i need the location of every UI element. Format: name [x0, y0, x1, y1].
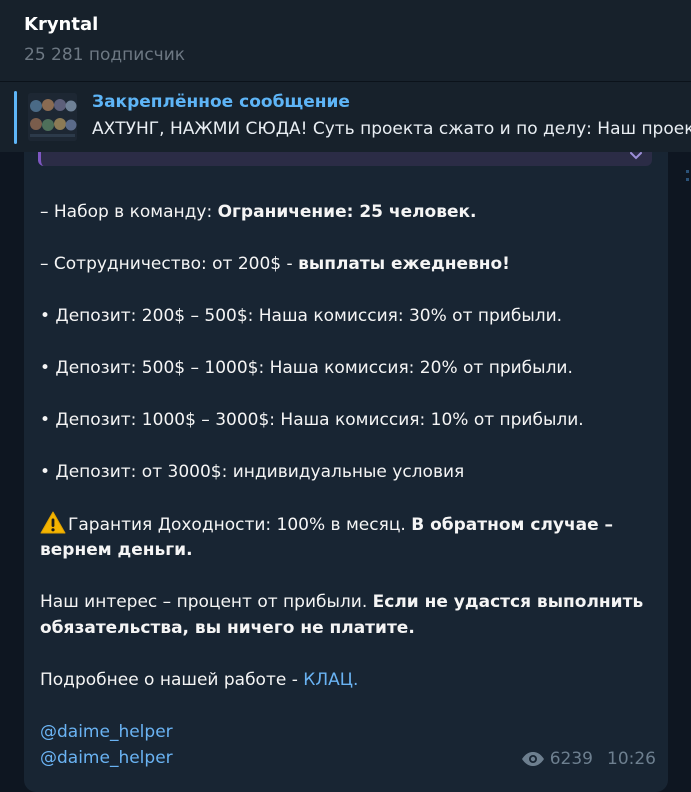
deposit-line-3: • Депозит: 1000$ – 3000$: Наша комиссия:… — [40, 410, 584, 430]
helper-link-2[interactable]: @daime_helper — [40, 748, 173, 768]
helper-mention-1: @daime_helper — [40, 719, 650, 745]
team-recruit-text: – Набор в команду: — [40, 202, 218, 222]
more-info-text: Подробнее о нашей работе - — [40, 670, 304, 690]
pinned-accent-bar — [14, 91, 17, 144]
deposit-line-2: • Депозит: 500$ – 1000$: Наша комиссия: … — [40, 358, 573, 378]
subscriber-count: 25 281 подписчик — [24, 45, 186, 65]
team-recruit-bold: Ограничение: 25 человек. — [217, 202, 477, 222]
message-bubble: – Набор в команду: Ограничение: 25 челов… — [24, 152, 668, 792]
cooperation-line: – Сотрудничество: от 200$ - выплаты ежед… — [40, 251, 650, 277]
interest-bold-1: Если не удастся выполнить — [372, 592, 644, 612]
chat-header[interactable]: Kryntal 25 281 подписчик — [0, 0, 691, 81]
chevron-down-icon[interactable] — [630, 152, 642, 160]
cooperation-text: – Сотрудничество: от 200$ - — [40, 254, 299, 274]
deposit-line-4: • Депозит: от 3000$: индивидуальные усло… — [40, 462, 465, 482]
guarantee-line: Гарантия Доходности: 100% в месяц. В обр… — [40, 511, 650, 538]
deposit-line-1: • Депозит: 200$ – 500$: Наша комиссия: 3… — [40, 306, 563, 326]
more-info-line: Подробнее о нашей работе - КЛАЦ. — [40, 667, 650, 693]
guarantee-bold-2: вернем деньги. — [40, 540, 193, 560]
team-recruit-line: – Набор в команду: Ограничение: 25 челов… — [40, 199, 650, 225]
interest-line: Наш интерес – процент от прибыли. Если н… — [40, 589, 650, 615]
scroll-indicator — [686, 170, 689, 181]
more-info-link[interactable]: КЛАЦ. — [303, 670, 358, 690]
pinned-preview-text: АХТУНГ, НАЖМИ СЮДА! Суть проекта сжато и… — [92, 119, 691, 139]
message-meta: 6239 10:26 — [521, 749, 656, 769]
pinned-thumbnail — [28, 93, 77, 141]
cooperation-bold: выплаты ежедневно! — [298, 254, 510, 274]
helper-link-1[interactable]: @daime_helper — [40, 722, 173, 742]
warning-icon — [40, 511, 66, 534]
channel-name[interactable]: Kryntal — [24, 14, 98, 35]
interest-text: Наш интерес – процент от прибыли. — [40, 592, 373, 612]
interest-line-2: обязательства, вы ничего не платите. — [40, 615, 650, 641]
pinned-title: Закреплённое сообщение — [92, 92, 350, 112]
interest-bold-2: обязательства, вы ничего не платите. — [40, 618, 415, 638]
guarantee-bold-1: В обратном случае – — [411, 515, 614, 535]
quote-block[interactable] — [38, 152, 652, 166]
guarantee-line-2: вернем деньги. — [40, 537, 650, 563]
message-time: 10:26 — [607, 749, 656, 769]
eye-icon — [521, 752, 544, 766]
pinned-message-bar[interactable]: Закреплённое сообщение АХТУНГ, НАЖМИ СЮД… — [0, 81, 691, 152]
view-count: 6239 — [549, 749, 593, 769]
guarantee-text: Гарантия Доходности: 100% в месяц. — [68, 515, 412, 535]
